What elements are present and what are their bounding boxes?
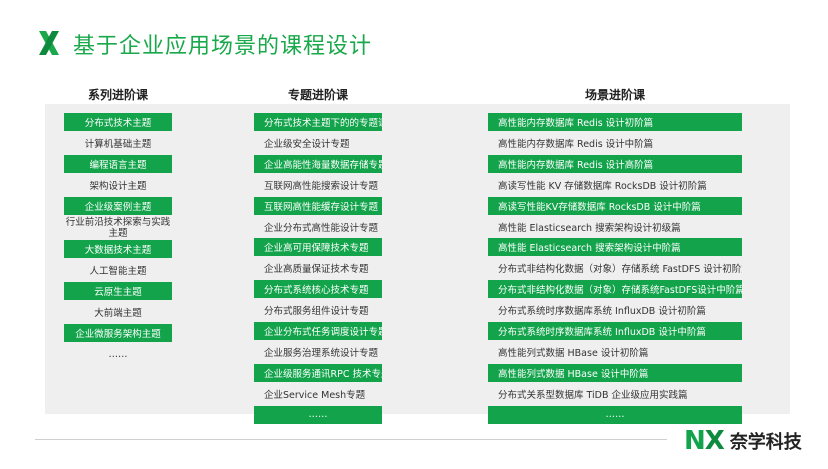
- ellipsis-item: ……: [254, 405, 382, 424]
- course-item: 分布式技术主题下的的专题课: [254, 113, 382, 131]
- course-item: 分布式系统时序数据库系统 InfluxDB 设计初阶篇: [498, 306, 706, 318]
- course-item: 高性能 Elasticsearch 搜索架构设计中阶篇: [488, 238, 742, 257]
- course-item: 企业级案例主题: [64, 197, 172, 215]
- course-item: 互联网高性能缓存设计专题: [254, 196, 382, 215]
- course-item: 企业高质量保证技术专题: [264, 264, 369, 276]
- course-item: 分布式非结构化数据（对象）存储系统FastDFS设计中阶篇: [488, 280, 742, 299]
- course-item: 高性能 Elasticsearch 搜索架构设计初级篇: [498, 222, 681, 234]
- course-item: 分布式技术主题: [64, 113, 172, 131]
- column-header-scenario: 场景进阶课: [584, 88, 645, 102]
- course-item: 高性能内存数据库 Redis 设计初阶篇: [488, 113, 742, 131]
- brand-mark: NX: [684, 426, 725, 456]
- course-item: 企业级服务通讯RPC 技术专题: [254, 363, 382, 382]
- course-item: 企业级安全设计专题: [264, 138, 350, 150]
- course-item: 大前端主题: [94, 308, 142, 319]
- ellipsis-item: ……: [108, 348, 128, 360]
- column-header-topic: 专题进阶课: [287, 88, 348, 102]
- course-item: 高读写性能KV存储数据库 RocksDB 设计中阶篇: [488, 196, 742, 215]
- course-item: 分布式系统核心技术专题: [254, 280, 382, 299]
- course-item: 互联网高性能搜索设计专题: [264, 180, 379, 192]
- course-item: 高性能列式数据 HBase 设计初阶篇: [498, 347, 649, 359]
- course-item: 大数据技术主题: [64, 240, 172, 258]
- course-item: 企业分布式任务调度设计专题: [254, 322, 382, 340]
- course-item: 企业分布式高性能设计专题: [264, 222, 379, 234]
- course-item: 分布式系统时序数据库系统 InfluxDB 设计中阶篇: [488, 322, 742, 340]
- page-title: 基于企业应用场景的课程设计: [73, 34, 373, 59]
- course-item: 高读写性能 KV 存储数据库 RocksDB 设计初阶篇: [498, 180, 707, 192]
- course-item: 企业服务治理系统设计专题: [264, 347, 379, 359]
- course-item: 分布式关系型数据库 TiDB 企业级应用实践篇: [498, 389, 688, 401]
- course-item: 云原生主题: [64, 282, 172, 300]
- course-item: 高性能内存数据库 Redis 设计中阶篇: [498, 138, 654, 150]
- course-item: 分布式服务组件设计专题: [264, 306, 369, 318]
- brand-name: 奈学科技: [729, 432, 802, 453]
- course-item: 行业前沿技术探索与实践主题: [65, 217, 171, 239]
- course-item: 编程语言主题: [64, 155, 172, 173]
- course-item: 企业Service Mesh专题: [264, 389, 366, 401]
- course-item: 人工智能主题: [89, 266, 147, 277]
- course-item: 高性能列式数据 HBase 设计中阶篇: [488, 363, 742, 382]
- brand-logo: NX 奈学科技: [684, 426, 802, 456]
- column-header-series: 系列进阶课: [87, 88, 148, 102]
- course-item: 架构设计主题: [89, 181, 147, 192]
- footer-divider: [35, 439, 667, 440]
- course-item: 分布式非结构化数据（对象）存储系统 FastDFS 设计初阶篇: [498, 264, 742, 276]
- ellipsis-item: ……: [488, 405, 742, 424]
- course-item: 高性能内存数据库 Redis 设计高阶篇: [488, 154, 742, 173]
- course-item: 企业微服务架构主题: [64, 324, 172, 342]
- course-item: 计算机基础主题: [84, 139, 152, 150]
- green-x-mark-icon: [39, 31, 59, 55]
- course-item: 企业高能性海量数据存储专题: [254, 154, 382, 173]
- course-item: 企业高可用保障技术专题: [254, 238, 382, 257]
